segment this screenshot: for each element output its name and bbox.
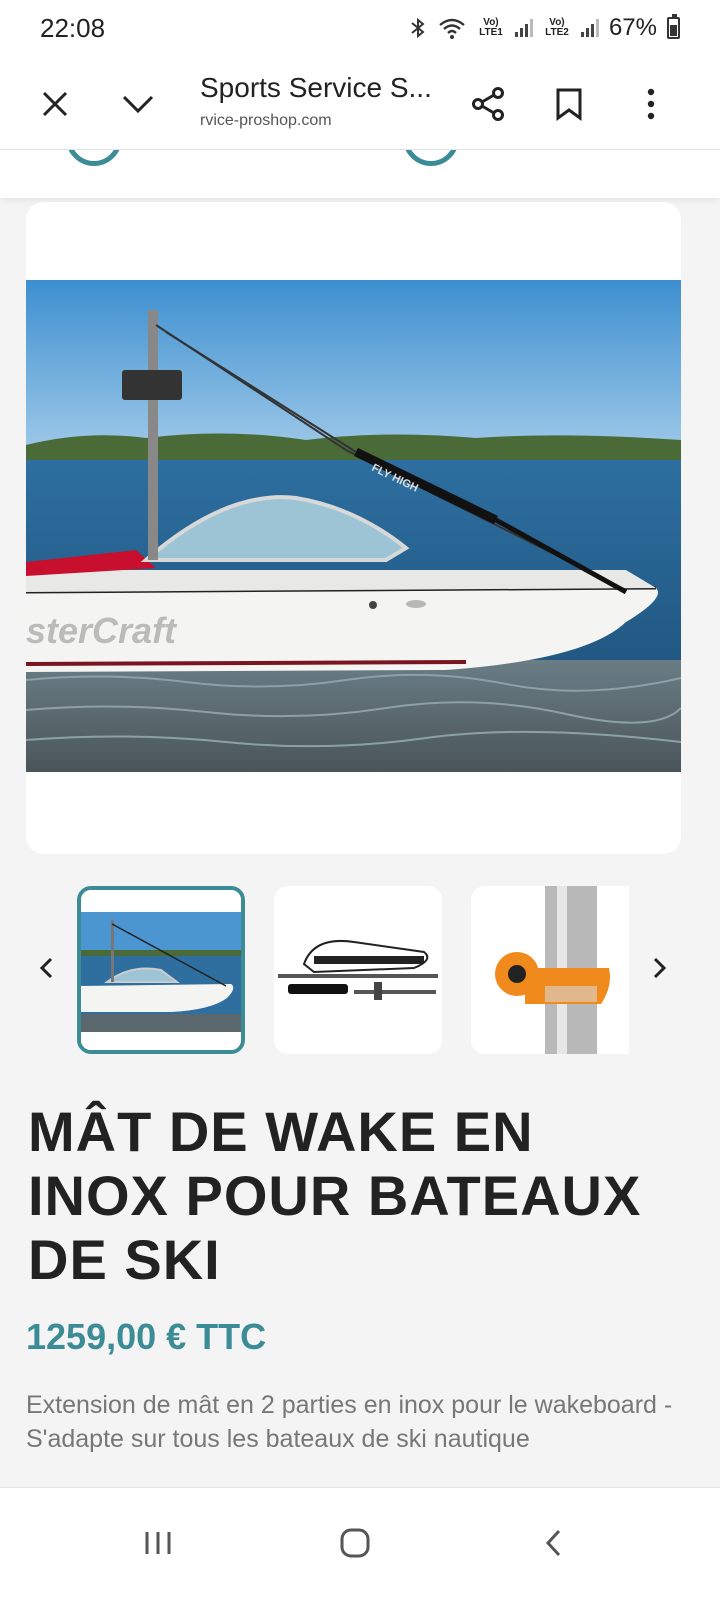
product-title: MÂT DE WAKE EN INOX POUR BATEAUX DE SKI (28, 1100, 642, 1291)
recent-apps-button[interactable] (123, 1508, 193, 1578)
bookmark-icon (556, 88, 582, 121)
signal-icon (514, 19, 533, 37)
sim1-label: Vo) LTE1 (479, 17, 503, 38)
wifi-icon (439, 18, 465, 39)
mast-kit-thumbnail-image (278, 940, 438, 1000)
boat-thumbnail-image (81, 890, 241, 1050)
close-button[interactable] (27, 76, 83, 132)
recent-apps-icon (145, 1532, 171, 1554)
signal-icon (580, 19, 599, 37)
bluetooth-icon (411, 17, 425, 39)
thumbnail-mast-kit[interactable] (274, 886, 442, 1054)
share-button[interactable] (460, 76, 516, 132)
more-icon (647, 88, 655, 120)
battery-icon (667, 14, 680, 39)
thumbnail-orange-clamp[interactable] (471, 886, 629, 1054)
system-navigation-bar (0, 1487, 720, 1600)
back-button[interactable] (518, 1508, 588, 1578)
circle-icon[interactable] (403, 150, 459, 166)
chevron-right-icon (653, 957, 667, 979)
product-image-card[interactable]: FLY HIGH sterCraft (26, 202, 681, 854)
page-heading[interactable]: Sports Service S... rvice-proshop.com (200, 72, 440, 130)
home-button[interactable] (320, 1508, 390, 1578)
thumbnail-carousel (0, 886, 720, 1056)
share-icon (472, 87, 504, 121)
product-price: 1259,00 € TTC (26, 1316, 267, 1357)
clamp-thumbnail-image (471, 886, 629, 1054)
chevron-down-icon (122, 95, 154, 114)
sim2-label: Vo) LTE2 (545, 17, 569, 38)
previous-image-button[interactable] (26, 948, 66, 988)
collapse-button[interactable] (110, 76, 166, 132)
chevron-left-icon (39, 957, 53, 979)
back-icon (545, 1529, 561, 1557)
status-icons: Vo) LTE1 Vo) LTE2 67% (409, 14, 680, 42)
browser-toolbar: Sports Service S... rvice-proshop.com (0, 56, 720, 150)
status-bar: 22:08 Vo) LTE1 Vo) LTE2 67% (0, 0, 720, 56)
home-icon (340, 1528, 370, 1558)
bookmark-button[interactable] (541, 76, 597, 132)
page-url: rvice-proshop.com (200, 112, 332, 129)
thumbnail-boat[interactable] (77, 886, 245, 1054)
status-time: 22:08 (40, 12, 106, 43)
hull-brand-label: sterCraft (26, 610, 178, 651)
next-image-button[interactable] (640, 948, 680, 988)
product-photo[interactable]: FLY HIGH sterCraft (26, 280, 681, 772)
close-icon (42, 91, 68, 117)
more-options-button[interactable] (623, 76, 679, 132)
page-title: Sports Service S... (200, 72, 432, 103)
product-description: Extension de mât en 2 parties en inox po… (26, 1391, 673, 1453)
battery-percent: 67% (608, 14, 657, 41)
sticky-header-strip (0, 150, 720, 198)
circle-icon[interactable] (66, 150, 122, 166)
